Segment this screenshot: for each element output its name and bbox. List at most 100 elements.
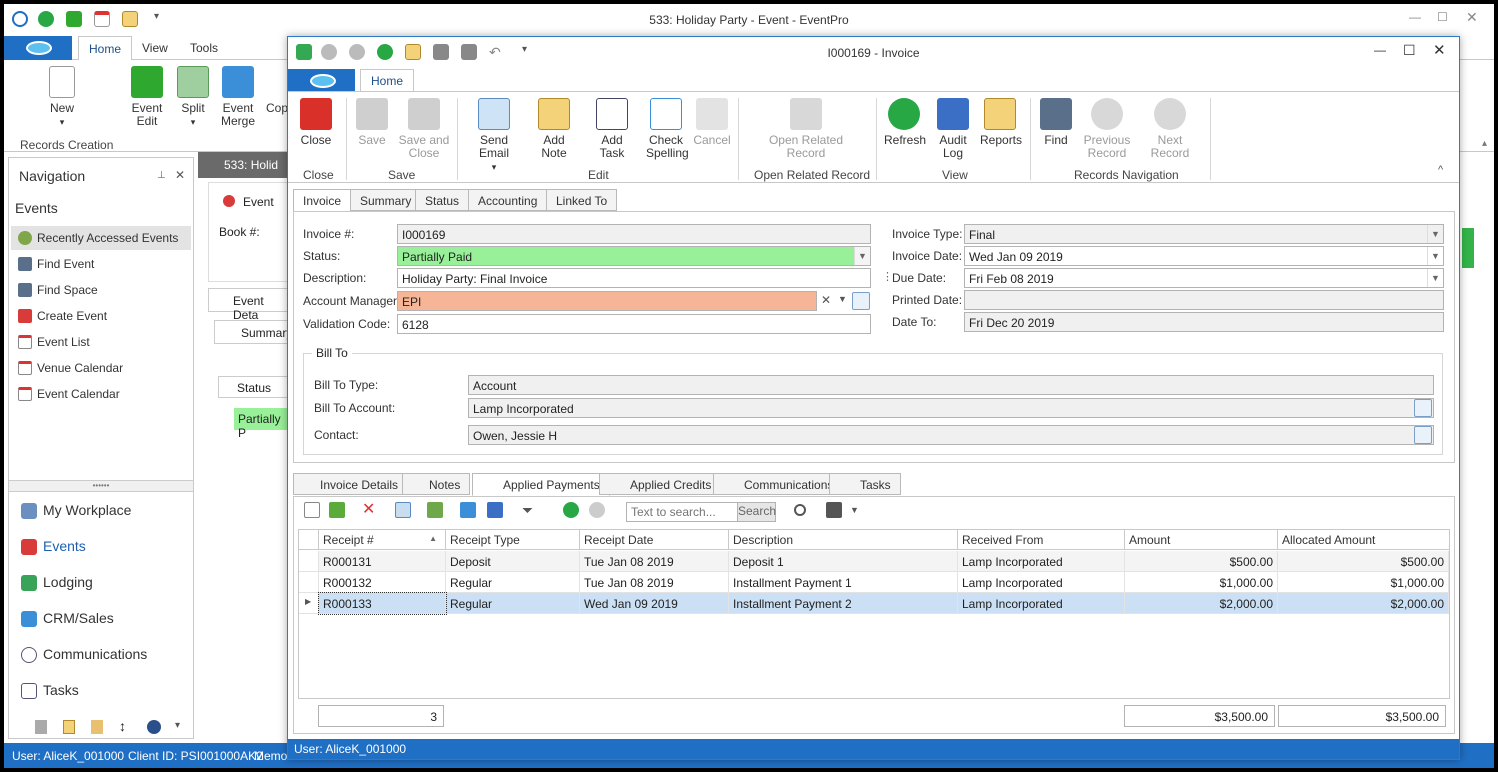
import-icon[interactable] [487, 502, 503, 518]
arrows-icon[interactable]: ↕ [119, 718, 126, 734]
status-column-header[interactable]: Status [218, 376, 290, 398]
lookup-icon[interactable] [852, 292, 870, 310]
open-related-record-button[interactable]: Open Related Record [768, 98, 844, 160]
description-field[interactable]: Holiday Party: Final Invoice [397, 268, 871, 288]
col-amount[interactable]: Amount [1125, 530, 1278, 550]
file-tab[interactable] [4, 36, 72, 60]
row-indicator[interactable] [299, 551, 319, 572]
due-date-field[interactable]: Fri Feb 08 2019 ▼ [964, 268, 1444, 288]
tab-summary[interactable]: Summary [350, 189, 422, 211]
account-manager-field[interactable]: EPI [397, 291, 817, 311]
inv-tab-home[interactable]: Home [360, 69, 415, 92]
collapse-ribbon-icon[interactable]: ^ [1438, 164, 1443, 176]
maximize-button[interactable]: ☐ [1437, 10, 1448, 24]
cell-amount[interactable]: $1,000.00 [1125, 572, 1278, 593]
tab-linked-to[interactable]: Linked To [546, 189, 618, 211]
status-cell[interactable]: Partially P [234, 408, 290, 440]
summary-tab[interactable]: Summary [214, 320, 294, 344]
tab-status[interactable]: Status [415, 189, 470, 211]
nav-item-find-event[interactable]: Find Event [11, 252, 191, 276]
cell-amount[interactable]: $2,000.00 [1125, 593, 1278, 614]
tab-communications[interactable]: Communications [713, 473, 844, 495]
event-merge-button[interactable]: Event Merge [218, 66, 258, 128]
cell-allocated-amount[interactable]: $1,000.00 [1278, 572, 1449, 593]
add-note-button[interactable]: Add Note [530, 98, 578, 160]
tab-applied-credits[interactable]: Applied Credits [599, 473, 722, 495]
find-icon[interactable] [794, 504, 806, 516]
send-email-button[interactable]: Send Email ▾ [466, 98, 522, 174]
new-row-icon[interactable] [304, 502, 320, 518]
table-row[interactable]: R000131 Deposit Tue Jan 08 2019 Deposit 1 La… [299, 551, 1449, 572]
ribbon-save-close-button[interactable]: Save and Close [396, 98, 452, 160]
cell-description[interactable]: Deposit 1 [729, 551, 958, 572]
inv-maximize-button[interactable]: ☐ [1403, 42, 1416, 59]
tab-invoice[interactable]: Invoice [293, 189, 352, 212]
refresh-button[interactable]: Refresh [884, 98, 926, 147]
invoice-type-dropdown[interactable]: Final ▼ [964, 224, 1444, 244]
table-row[interactable]: R000132 Regular Tue Jan 08 2019 Installment… [299, 572, 1449, 593]
col-receipt-date[interactable]: Receipt Date [580, 530, 729, 550]
cell-description[interactable]: Installment Payment 1 [729, 572, 958, 593]
event-edit-button[interactable]: Event Edit [130, 66, 164, 128]
cell-amount[interactable]: $500.00 [1125, 551, 1278, 572]
cell-receipt-date[interactable]: Wed Jan 09 2019 [580, 593, 729, 614]
pin-icon[interactable]: ⊥ [157, 170, 166, 181]
ribbon-save-button[interactable]: Save [356, 98, 388, 147]
nav-item-venue-calendar[interactable]: Venue Calendar [11, 356, 191, 380]
col-received-from[interactable]: Received From [958, 530, 1125, 550]
cell-received-from[interactable]: Lamp Incorporated [958, 551, 1125, 572]
cell-receipt-type[interactable]: Deposit [446, 551, 580, 572]
split-button[interactable]: Split ▾ [176, 66, 210, 129]
col-receipt-type[interactable]: Receipt Type [446, 530, 580, 550]
nav-crm-sales[interactable]: CRM/Sales [13, 605, 191, 633]
close-button[interactable]: ✕ [1466, 9, 1478, 26]
globe-icon[interactable] [147, 720, 161, 734]
collapse-ribbon-icon[interactable]: ▴ [1482, 138, 1487, 149]
calculator-icon[interactable] [35, 720, 47, 734]
minimize-button[interactable]: — [1409, 10, 1421, 24]
cell-receipt-date[interactable]: Tue Jan 08 2019 [580, 551, 729, 572]
delete-icon[interactable]: ✕ [362, 502, 378, 518]
tab-invoice-details[interactable]: Invoice Details [293, 473, 409, 495]
check-spelling-button[interactable]: Check Spelling [646, 98, 689, 160]
table-row[interactable]: ▶ R000133 Regular Wed Jan 09 2019 Installmen… [299, 592, 1449, 615]
chevron-down-icon[interactable]: ▼ [1427, 225, 1443, 243]
cell-receipt-no[interactable]: R000132 [319, 572, 446, 593]
add-multiple-icon[interactable] [329, 502, 345, 518]
row-indicator[interactable] [299, 572, 319, 593]
cell-received-from[interactable]: Lamp Incorporated [958, 572, 1125, 593]
cell-allocated-amount[interactable]: $500.00 [1278, 551, 1449, 572]
nav-item-find-space[interactable]: Find Space [11, 278, 191, 302]
nav-item-recently-accessed[interactable]: Recently Accessed Events [11, 226, 191, 250]
cell-receipt-type[interactable]: Regular [446, 572, 580, 593]
previous-record-button[interactable]: Previous Record [1082, 98, 1132, 160]
cell-receipt-date[interactable]: Tue Jan 08 2019 [580, 572, 729, 593]
nav-item-event-list[interactable]: Event List [11, 330, 191, 354]
export-icon[interactable] [460, 502, 476, 518]
tab-home[interactable]: Home [78, 36, 133, 61]
col-description[interactable]: Description [729, 530, 958, 550]
columns-icon[interactable] [427, 502, 443, 518]
chevron-down-icon[interactable]: ▼ [850, 505, 859, 515]
search-input[interactable] [627, 503, 737, 521]
audit-log-button[interactable]: Audit Log [936, 98, 970, 160]
up-arrow-icon[interactable] [563, 502, 579, 518]
ribbon-close-button[interactable]: Close [300, 98, 332, 147]
nav-item-create-event[interactable]: Create Event [11, 304, 191, 328]
next-record-button[interactable]: Next Record [1140, 98, 1200, 160]
copy-button[interactable]: Cop [266, 102, 288, 115]
tab-tasks[interactable]: Tasks [829, 473, 901, 495]
lookup-icon[interactable] [1414, 426, 1432, 444]
nav-item-event-calendar[interactable]: Event Calendar [11, 382, 191, 406]
more-icon[interactable]: ▾ [175, 720, 180, 731]
new-button[interactable]: New ▾ [44, 66, 80, 129]
down-arrow-icon[interactable] [589, 502, 605, 518]
filter-icon[interactable]: ⏷ [522, 502, 538, 518]
cell-receipt-no[interactable]: R000133 [318, 592, 447, 615]
cancel-button[interactable]: Cancel [692, 98, 732, 147]
tab-event-doc[interactable]: 533: Holid [198, 152, 290, 178]
lookup-icon[interactable] [1414, 399, 1432, 417]
cell-allocated-amount[interactable]: $2,000.00 [1278, 593, 1449, 614]
chevron-down-icon[interactable]: ▼ [1427, 247, 1443, 265]
chevron-down-icon[interactable]: ▼ [838, 294, 847, 304]
